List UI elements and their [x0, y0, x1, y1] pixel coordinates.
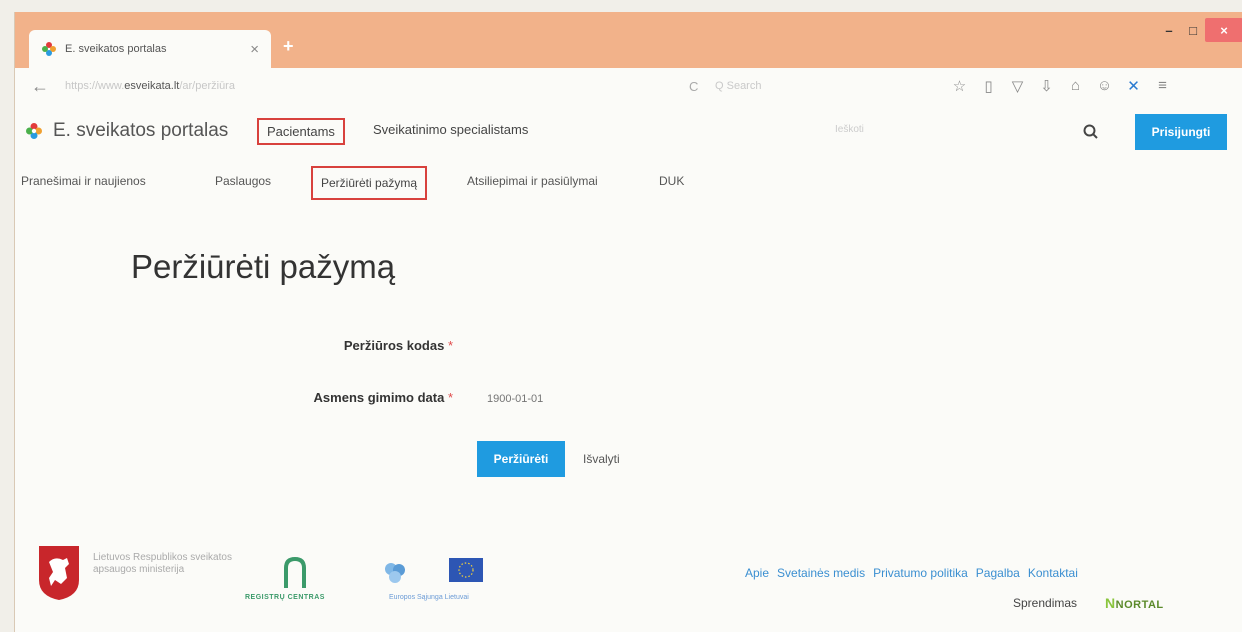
title-bar: E. sveikatos portalas × + – □ × — [15, 12, 1242, 68]
site-logo-icon — [42, 42, 56, 56]
close-window-button[interactable]: × — [1205, 18, 1242, 42]
required-mark: * — [447, 390, 453, 405]
eu-flag-icon — [449, 558, 483, 582]
tab-close-icon[interactable]: × — [250, 41, 259, 58]
search-icon[interactable] — [1081, 122, 1101, 142]
nortal-logo[interactable]: NNORTAL — [1105, 595, 1164, 611]
minimize-button[interactable]: – — [1157, 18, 1181, 42]
download-icon[interactable]: ⇩ — [1032, 77, 1061, 95]
code-input[interactable] — [487, 332, 707, 358]
maximize-button[interactable]: □ — [1181, 18, 1205, 42]
browser-toolbar: ← https://www.esveikata.lt/ar/peržiūra C… — [15, 68, 1242, 108]
bookmark-star-icon[interactable]: ☆ — [945, 77, 974, 95]
nortal-wordmark: NORTAL — [1115, 599, 1164, 611]
brand-logo-icon[interactable] — [25, 122, 43, 140]
url-path: /ar/peržiūra — [179, 80, 235, 92]
eu-funds-logo-icon[interactable] — [381, 560, 409, 586]
registry-centre-name: REGISTRŲ CENTRAS — [245, 594, 325, 601]
subnav-news[interactable]: Pranešimai ir naujienos — [21, 174, 146, 188]
footer-link-contacts[interactable]: Kontaktai — [1028, 566, 1078, 580]
nav-patients[interactable]: Pacientams — [257, 118, 345, 145]
eu-funds-text: Europos Sąjunga Lietuvai — [389, 594, 469, 601]
code-label: Peržiūros kodas * — [153, 338, 453, 353]
pocket-icon[interactable]: ▽ — [1003, 77, 1032, 95]
footer-link-help[interactable]: Pagalba — [976, 566, 1020, 580]
browser-search-input[interactable]: Q Search — [715, 80, 761, 92]
page-title: Peržiūrėti pažymą — [131, 248, 396, 285]
address-bar[interactable]: https://www.esveikata.lt/ar/peržiūra — [65, 80, 705, 92]
site-search-input[interactable]: Ieškoti — [835, 124, 864, 135]
subnav-faq[interactable]: DUK — [659, 174, 684, 188]
footer-links: Apie Svetainės medis Privatumo politika … — [745, 566, 1078, 580]
new-tab-button[interactable]: + — [283, 36, 294, 57]
solution-label: Sprendimas — [1013, 596, 1078, 610]
footer-link-privacy[interactable]: Privatumo politika — [873, 566, 968, 580]
subnav-view-certificate[interactable]: Peržiūrėti pažymą — [311, 166, 428, 200]
toolbar-icons: ☆ ▯ ▽ ⇩ ⌂ ☺ ✕ ≡ — [945, 77, 1177, 95]
nortal-n-icon: N — [1105, 595, 1116, 611]
reload-icon[interactable]: C — [689, 79, 698, 94]
footer-link-about[interactable]: Apie — [745, 566, 769, 580]
birth-date-label: Asmens gimimo data * — [153, 390, 453, 405]
sub-navigation: Pranešimai ir naujienos Paslaugos Peržiū… — [15, 162, 1242, 202]
nav-specialists[interactable]: Sveikatinimo specialistams — [373, 122, 528, 137]
subnav-services[interactable]: Paslaugos — [215, 174, 271, 188]
clipboard-icon[interactable]: ▯ — [974, 77, 1003, 95]
extension-icon[interactable]: ✕ — [1119, 77, 1148, 95]
smiley-icon[interactable]: ☺ — [1090, 77, 1119, 95]
brand-name[interactable]: E. sveikatos portalas — [53, 120, 228, 142]
birth-date-input[interactable] — [487, 386, 707, 412]
back-arrow-icon[interactable]: ← — [31, 76, 49, 97]
required-mark: * — [447, 338, 453, 353]
view-button[interactable]: Peržiūrėti — [477, 441, 565, 477]
clear-button[interactable]: Išvalyti — [583, 452, 620, 466]
browser-tab[interactable]: E. sveikatos portalas × — [29, 30, 271, 68]
url-domain: esveikata.lt — [124, 80, 180, 92]
tab-title: E. sveikatos portalas — [65, 43, 167, 55]
url-prefix: https://www. — [65, 80, 125, 92]
code-label-text: Peržiūros kodas — [343, 338, 445, 353]
home-icon[interactable]: ⌂ — [1061, 77, 1090, 95]
registry-centre-logo-icon[interactable] — [283, 556, 307, 588]
browser-window: E. sveikatos portalas × + – □ × ← https:… — [14, 12, 1242, 632]
birth-label-text: Asmens gimimo data — [313, 390, 445, 405]
menu-icon[interactable]: ≡ — [1148, 77, 1177, 95]
subnav-feedback[interactable]: Atsiliepimai ir pasiūlymai — [467, 174, 598, 188]
ministry-name: Lietuvos Respublikos sveikatos apsaugos … — [93, 552, 232, 575]
lithuania-coat-of-arms-icon[interactable] — [37, 544, 81, 602]
login-button[interactable]: Prisijungti — [1135, 114, 1227, 150]
site-header: E. sveikatos portalas Pacientams Sveikat… — [15, 112, 1242, 158]
footer-link-sitemap[interactable]: Svetainės medis — [777, 566, 865, 580]
